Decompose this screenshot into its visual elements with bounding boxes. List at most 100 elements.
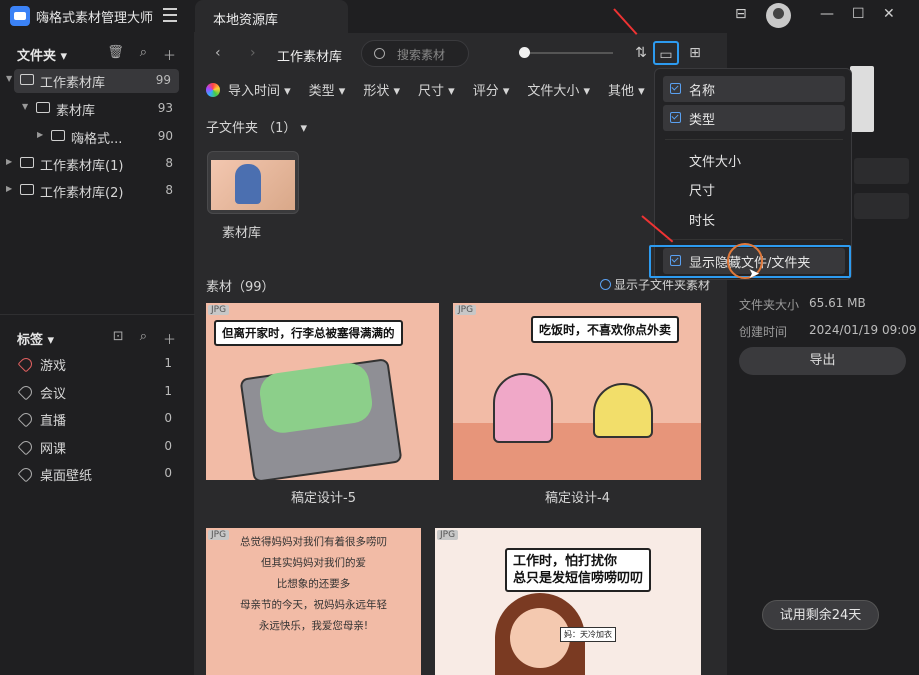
search-input[interactable]: 搜索素材 <box>361 40 469 67</box>
color-filter-icon[interactable] <box>206 83 220 97</box>
asset-name: 稿定设计-4 <box>545 491 610 506</box>
tree-item-work-library[interactable]: ▼ 工作素材库 99 <box>6 69 179 93</box>
caret-right-icon[interactable]: ▶ <box>6 157 12 166</box>
floor-illustration <box>453 423 701 480</box>
folder-icon <box>20 184 34 195</box>
folder-tools: 🗑 ⌕ ＋ <box>107 45 176 64</box>
comic-caption: 吃饭时，不喜欢你点外卖 <box>531 316 680 343</box>
tree-item-count: 99 <box>155 73 171 87</box>
hamburger-menu-icon[interactable] <box>163 8 177 22</box>
tag-icon <box>17 355 35 373</box>
file-type-badge: JPG <box>208 305 230 315</box>
tree-item-label: 工作素材库(2) <box>40 186 124 201</box>
tag-label: 桌面壁纸 <box>40 469 93 484</box>
asset-thumbnail[interactable]: JPG 吃饭时，不喜欢你点外卖 <box>453 303 701 480</box>
tags-title[interactable]: 标签 ▾ <box>17 329 54 348</box>
tag-item-live[interactable]: 直播 0 <box>17 409 180 431</box>
tag-item-online-class[interactable]: 网课 0 <box>17 437 180 459</box>
asset-thumbnail[interactable]: JPG 工作时，怕打扰你 总只是发短信唠唠叨叨 妈：天冷加衣 <box>435 528 701 675</box>
caret-right-icon[interactable]: ▶ <box>6 184 12 193</box>
tag-manage-icon[interactable]: ⊡ <box>113 329 124 348</box>
tree-item-haigeshi[interactable]: ▶ 嗨格式... 90 <box>0 125 195 149</box>
trial-remaining-button[interactable]: 试用剩余24天 <box>762 600 879 630</box>
checkbox-checked-icon <box>670 83 681 94</box>
forward-arrow-icon[interactable]: › <box>250 45 256 61</box>
export-button[interactable]: 导出 <box>739 347 906 375</box>
grid-layout-icon[interactable]: ⊞ <box>682 41 708 65</box>
search-icon[interactable]: ⌕ <box>140 45 147 64</box>
tree-item-label: 工作素材库(1) <box>40 159 124 174</box>
detail-field[interactable] <box>854 158 909 184</box>
display-settings-icon[interactable]: ▭ <box>653 41 679 65</box>
filter-file-size[interactable]: 文件大小 ▾ <box>527 80 590 100</box>
dd-item-name[interactable]: 名称 <box>663 76 845 102</box>
dd-item-type[interactable]: 类型 <box>663 105 845 131</box>
folders-title[interactable]: 文件夹 ▾ <box>17 45 67 64</box>
caret-down-icon[interactable]: ▼ <box>6 74 12 83</box>
tag-icon <box>17 438 35 456</box>
caret-down-icon[interactable]: ▼ <box>22 102 28 111</box>
tag-item-meeting[interactable]: 会议 1 <box>17 382 180 404</box>
tree-item-work-library-1[interactable]: ▶ 工作素材库(1) 8 <box>0 152 195 176</box>
back-arrow-icon[interactable]: ‹ <box>215 45 221 61</box>
search-icon[interactable]: ⌕ <box>140 329 147 348</box>
filter-import-time[interactable]: 导入时间 ▾ <box>228 80 291 100</box>
breadcrumb[interactable]: 工作素材库 <box>277 46 342 65</box>
sort-settings-icon[interactable]: ⇅ <box>628 41 654 65</box>
mouse-pointer-icon: ➤ <box>748 266 760 282</box>
tree-item-work-library-2[interactable]: ▶ 工作素材库(2) 8 <box>0 179 195 203</box>
main-panel: ‹ › 工作素材库 搜索素材 ⇅ ▭ ⊞ 导入时间 ▾ 类型 ▾ 形状 ▾ 尺寸… <box>195 33 727 675</box>
asset-thumbnail[interactable]: JPG 总觉得妈妈对我们有着很多唠叨 但其实妈妈对我们的爱 比想象的还要多 母亲… <box>206 528 421 675</box>
filter-shape[interactable]: 形状 ▾ <box>363 80 400 100</box>
subfolder-header[interactable]: 子文件夹 （1） ▾ <box>206 117 307 136</box>
add-tag-icon[interactable]: ＋ <box>163 329 176 348</box>
add-folder-icon[interactable]: ＋ <box>163 45 176 64</box>
sidebar-toggle-icon[interactable]: ⊟ <box>735 6 747 22</box>
tag-count: 0 <box>164 439 172 453</box>
filter-rating[interactable]: 评分 ▾ <box>473 80 510 100</box>
caption-line: 总只是发短信唠唠叨叨 <box>513 571 644 586</box>
tag-icon <box>17 410 35 428</box>
subfolder-card[interactable] <box>207 151 299 214</box>
caret-right-icon[interactable]: ▶ <box>37 130 43 139</box>
filter-size[interactable]: 尺寸 ▾ <box>418 80 455 100</box>
dd-item-duration[interactable]: 时长 <box>663 206 845 232</box>
tree-item-material-library[interactable]: ▼ 素材库 93 <box>0 97 195 121</box>
tag-item-game[interactable]: 游戏 1 <box>17 354 180 376</box>
slider-handle[interactable] <box>519 47 530 58</box>
tab-label: 本地资源库 <box>213 13 279 28</box>
dd-item-label: 文件大小 <box>689 155 742 170</box>
avatar[interactable] <box>766 3 791 28</box>
close-icon[interactable]: ✕ <box>883 6 895 22</box>
tree-item-label: 嗨格式... <box>71 132 123 147</box>
tag-item-wallpaper[interactable]: 桌面壁纸 0 <box>17 464 180 486</box>
tree-item-count: 8 <box>165 183 173 197</box>
detail-field[interactable] <box>854 193 909 219</box>
folder-icon <box>20 157 34 168</box>
sign-label: 妈：天冷加衣 <box>560 627 616 642</box>
sidebar: 文件夹 ▾ 🗑 ⌕ ＋ ▼ 工作素材库 99 ▼ 素材库 93 ▶ 嗨格式...… <box>0 32 195 675</box>
tree-item-count: 93 <box>157 101 173 115</box>
poster-text: 总觉得妈妈对我们有着很多唠叨 但其实妈妈对我们的爱 比想象的还要多 母亲节的今天… <box>206 532 421 637</box>
filter-type[interactable]: 类型 ▾ <box>309 80 346 100</box>
woman-illustration <box>493 373 553 443</box>
checkbox-checked-icon <box>670 112 681 123</box>
folder-icon <box>20 74 34 85</box>
dd-item-label: 时长 <box>689 214 716 229</box>
search-placeholder: 搜索素材 <box>397 48 446 62</box>
tag-count: 1 <box>164 356 172 370</box>
subfolder-name[interactable]: 素材库 <box>222 222 261 241</box>
caption-line: 工作时，怕打扰你 <box>513 554 618 569</box>
checkbox-icon <box>600 279 611 290</box>
thumbnail-size-slider[interactable] <box>520 52 613 54</box>
trash-icon[interactable]: 🗑 <box>107 45 124 64</box>
comic-caption: 但离开家时，行李总被塞得满满的 <box>214 320 403 346</box>
divider <box>0 314 195 315</box>
asset-thumbnail[interactable]: JPG 但离开家时，行李总被塞得满满的 <box>206 303 439 480</box>
maximize-icon[interactable]: ☐ <box>852 6 865 22</box>
tab-local-library[interactable]: 本地资源库 <box>195 0 348 33</box>
minimize-icon[interactable]: — <box>820 6 834 22</box>
dd-item-dimensions[interactable]: 尺寸 <box>663 176 845 202</box>
dd-item-file-size[interactable]: 文件大小 <box>663 147 845 173</box>
filter-other[interactable]: 其他 ▾ <box>608 80 645 100</box>
